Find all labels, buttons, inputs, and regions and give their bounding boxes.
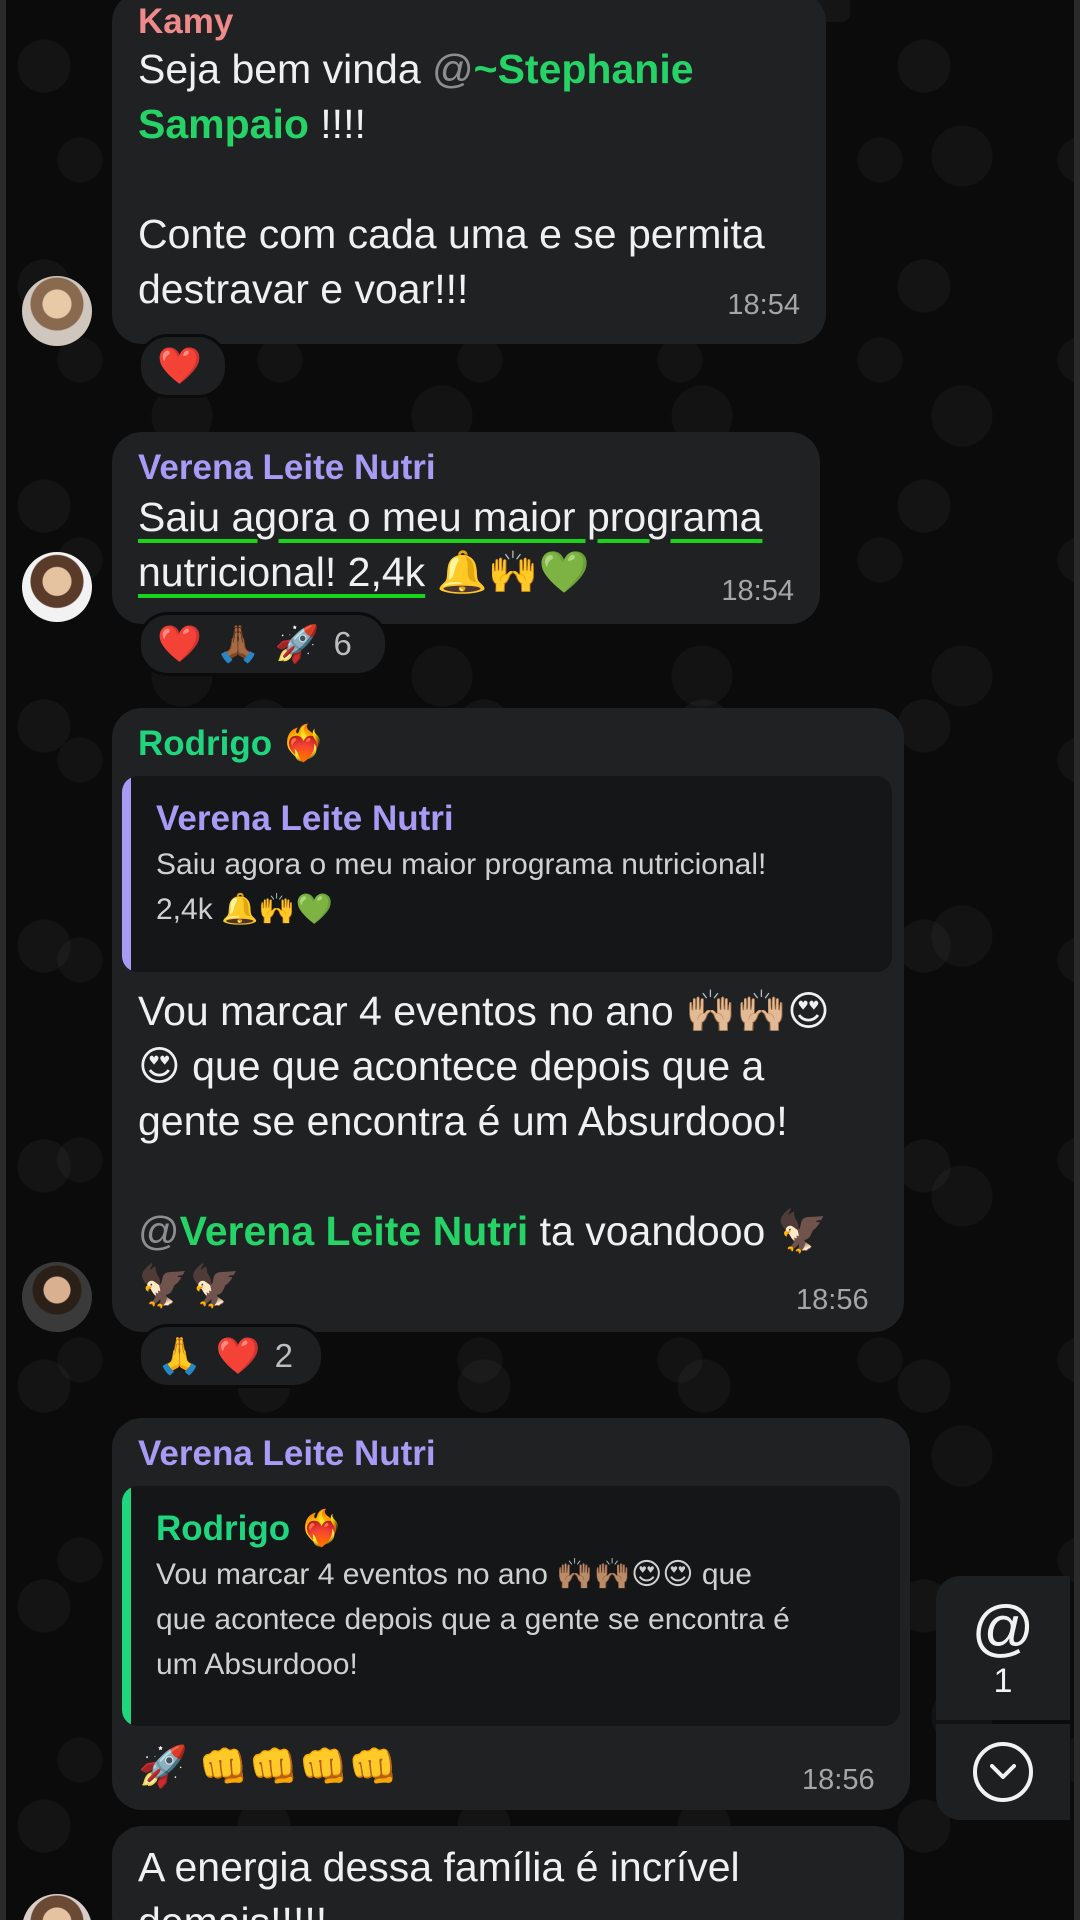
message-text: Vou marcar 4 eventos no ano 🙌🏼🙌🏼😍 😍 que … (138, 988, 830, 1309)
pray-reaction-icon: 🙏 (157, 1335, 202, 1376)
message-text: Seja bem vinda @~Stephanie Sampaio !!!! … (138, 46, 765, 312)
message-time: 18:54 (721, 575, 794, 607)
message-text: A energia dessa família é incrível demai… (138, 1844, 740, 1920)
quoted-message[interactable]: Verena Leite Nutri Saiu agora o meu maio… (122, 776, 892, 972)
quote-accent-bar (122, 1486, 131, 1726)
message-time: 18:56 (796, 1284, 869, 1316)
at-sign-icon: @ (971, 1593, 1035, 1663)
sender-name: Rodrigo ❤️‍🔥 (138, 724, 326, 763)
heart-reaction-icon: ❤️ (157, 345, 202, 386)
reactions-bar[interactable]: ❤️ 🙏🏾 🚀 6 (138, 612, 388, 676)
scroll-down-button[interactable] (936, 1724, 1070, 1820)
heart-reaction-icon: ❤️ (157, 623, 202, 664)
reaction-count: 6 (333, 625, 352, 662)
pray-reaction-icon: 🙏🏾 (215, 623, 261, 664)
message-bubble-verena[interactable]: Verena Leite Nutri Saiu agora o meu maio… (112, 432, 820, 624)
heart-on-fire-icon: ❤️‍🔥 (299, 1509, 344, 1548)
quote-sender-name: Verena Leite Nutri (156, 799, 454, 838)
avatar-kamy[interactable] (22, 276, 92, 346)
chevron-down-circle-icon (973, 1742, 1033, 1802)
reactions-bar[interactable]: ❤️ (138, 334, 228, 398)
reactions-bar[interactable]: 🙏 ❤️ 2 (138, 1324, 324, 1388)
screen-edge-left (0, 0, 6, 1920)
message-text: 🚀 👊👊👊👊 (138, 1745, 399, 1789)
avatar-rodrigo[interactable] (22, 1262, 92, 1332)
quote-text: Saiu agora o meu maior programa nutricio… (156, 848, 767, 926)
heart-on-fire-icon: ❤️‍🔥 (281, 724, 326, 763)
quote-text: Vou marcar 4 eventos no ano 🙌🏽🙌🏽😍😍 que q… (156, 1558, 790, 1681)
quote-sender-name: Rodrigo ❤️‍🔥 (156, 1509, 344, 1548)
message-text: Saiu agora o meu maior programa nutricio… (138, 494, 763, 595)
message-bubble-partial[interactable]: A energia dessa família é incrível demai… (112, 1826, 904, 1920)
heart-reaction-icon: ❤️ (215, 1335, 261, 1376)
avatar-verena[interactable] (22, 552, 92, 622)
sender-name: Verena Leite Nutri (138, 1434, 436, 1473)
message-bubble-kamy[interactable]: Kamy Seja bem vinda @~Stephanie Sampaio … (112, 0, 826, 344)
sender-name: Verena Leite Nutri (138, 448, 436, 487)
quote-accent-bar (122, 776, 131, 972)
rocket-reaction-icon: 🚀 (274, 623, 320, 664)
mention-jump-button[interactable]: @ 1 (936, 1576, 1070, 1720)
screen-edge-right (1074, 0, 1080, 1920)
quoted-message[interactable]: Rodrigo ❤️‍🔥 Vou marcar 4 eventos no ano… (122, 1486, 900, 1726)
message-time: 18:54 (727, 289, 800, 321)
mention-count: 1 (993, 1661, 1013, 1700)
reaction-count: 2 (274, 1337, 294, 1374)
sender-name: Kamy (138, 2, 234, 41)
